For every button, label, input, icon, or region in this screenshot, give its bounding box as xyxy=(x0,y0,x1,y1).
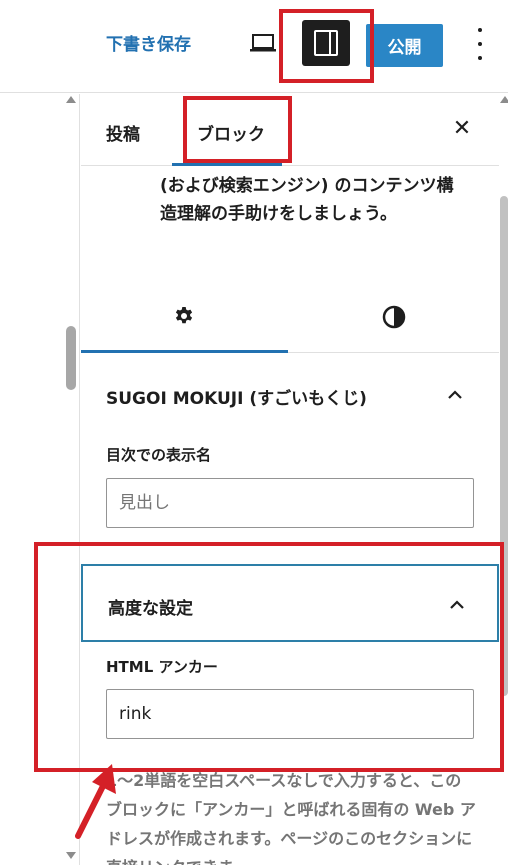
html-anchor-label: HTML アンカー xyxy=(106,658,218,676)
half-circle-contrast-icon xyxy=(382,305,406,329)
settings-sidebar: 投稿 ブロック ✕ (および検索エンジン) のコンテンツ構造理解の手助けをしまし… xyxy=(81,94,508,865)
save-draft-button[interactable]: 下書き保存 xyxy=(106,30,191,55)
editor-toolbar: 下書き保存 公開 xyxy=(0,0,508,93)
toc-panel-header[interactable]: SUGOI MOKUJI (すごいもくじ) xyxy=(81,364,499,426)
tab-block[interactable]: ブロック xyxy=(172,94,282,166)
block-description: (および検索エンジン) のコンテンツ構造理解の手助けをしましょう。 xyxy=(160,176,454,224)
advanced-panel-header[interactable]: 高度な設定 xyxy=(81,564,499,642)
advanced-panel-title: 高度な設定 xyxy=(108,599,193,619)
tab-post[interactable]: 投稿 xyxy=(106,120,140,145)
tab-settings[interactable] xyxy=(81,277,288,353)
scroll-down-arrow-icon[interactable] xyxy=(66,852,76,859)
toc-panel-title: SUGOI MOKUJI (すごいもくじ) xyxy=(106,389,367,409)
gear-icon xyxy=(175,307,193,324)
inspector-tab-bar xyxy=(81,277,499,353)
sidebar-tab-bar: 投稿 ブロック ✕ xyxy=(81,94,499,166)
anchor-help-text: 1〜2単語を空白スペースなしで入力すると、このブロックに「アンカー」と呼ばれる固… xyxy=(106,771,476,865)
annotation-arrow-icon xyxy=(75,764,116,839)
desktop-preview-icon[interactable] xyxy=(248,30,278,56)
tab-styles[interactable] xyxy=(288,277,499,353)
scroll-up-arrow-icon[interactable] xyxy=(66,96,76,103)
sidebar-scrollbar-thumb[interactable] xyxy=(500,196,508,696)
vertical-ellipsis-icon[interactable] xyxy=(470,28,490,60)
display-name-input[interactable] xyxy=(106,478,474,528)
close-icon[interactable]: ✕ xyxy=(452,117,472,141)
publish-button[interactable]: 公開 xyxy=(366,24,443,67)
chevron-up-icon xyxy=(448,390,462,399)
html-anchor-input[interactable] xyxy=(106,689,474,739)
scroll-up-arrow-icon[interactable] xyxy=(500,96,508,103)
editor-scrollbar-thumb[interactable] xyxy=(66,326,76,390)
display-name-label: 目次での表示名 xyxy=(106,446,212,464)
tab-block-label: ブロック xyxy=(197,125,265,145)
chevron-up-icon xyxy=(450,600,464,609)
sidebar-toggle-icon xyxy=(314,30,338,56)
sidebar-toggle-button[interactable] xyxy=(302,20,350,66)
editor-canvas-edge xyxy=(0,94,80,865)
